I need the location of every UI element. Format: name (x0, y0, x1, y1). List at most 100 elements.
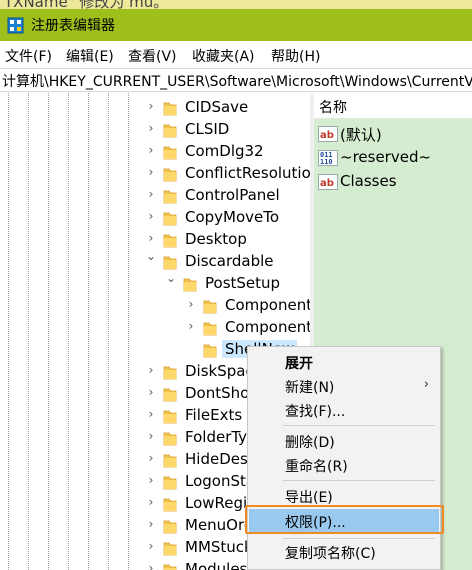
window-title: 注册表编辑器 (31, 18, 115, 34)
menu-item-new[interactable]: 新建(N) › (249, 374, 439, 398)
folder-icon (163, 562, 177, 570)
folder-icon (163, 188, 177, 204)
tree-item[interactable]: › ConflictResolutionDialog (0, 163, 310, 185)
menu-item-delete[interactable]: 删除(D) (249, 429, 439, 453)
chevron-right-icon[interactable]: › (145, 364, 157, 376)
menu-file[interactable]: 文件(F) (5, 46, 52, 66)
context-menu: 展开 新建(N) › 查找(F)... 删除(D) 重命名(R) 导出(E) 权… (247, 346, 441, 570)
chevron-right-icon[interactable]: › (185, 298, 197, 310)
folder-icon (163, 144, 177, 160)
tree-item-label: ControlPanel (185, 186, 280, 204)
chevron-right-icon[interactable]: › (145, 122, 157, 134)
menu-item-label: 复制项名称(C) (285, 546, 376, 562)
folder-icon (163, 210, 177, 226)
menu-item-permissions[interactable]: 权限(P)... (249, 509, 439, 533)
binary-value-icon: 011 110 (318, 150, 338, 166)
menu-item-find[interactable]: 查找(F)... (249, 398, 439, 422)
tree-item-label: FileExts (185, 406, 243, 424)
menu-item-export[interactable]: 导出(E) (249, 484, 439, 508)
menu-edit[interactable]: 编辑(E) (66, 46, 114, 66)
folder-icon (163, 474, 177, 490)
chevron-right-icon[interactable]: › (145, 540, 157, 552)
tree-item[interactable]: › Component Categories64 (0, 317, 310, 339)
menu-bar: 文件(F) 编辑(E) 查看(V) 收藏夹(A) 帮助(H) (0, 41, 472, 68)
tree-item[interactable]: › CopyMoveTo (0, 207, 310, 229)
folder-icon (163, 364, 177, 380)
menu-item-label: 重命名(R) (285, 459, 348, 475)
tree-item[interactable]: › Desktop (0, 229, 310, 251)
chevron-down-icon[interactable]: ⌄ (145, 250, 157, 262)
folder-icon (163, 540, 177, 556)
tree-item[interactable]: › ComDlg32 (0, 141, 310, 163)
menu-separator (283, 480, 435, 481)
folder-icon (163, 408, 177, 424)
menu-help[interactable]: 帮助(H) (271, 46, 320, 66)
tree-item-label: ConflictResolutionDialog (185, 164, 310, 182)
tree-item-label: ComDlg32 (185, 142, 264, 160)
chevron-right-icon[interactable]: › (145, 210, 157, 222)
menu-item-expand[interactable]: 展开 (249, 350, 439, 374)
value-row-classes[interactable]: ab Classes (314, 170, 472, 194)
tree-item-label: PostSetup (205, 274, 281, 292)
chevron-right-icon[interactable]: › (145, 562, 157, 570)
tree-item[interactable]: › ControlPanel (0, 185, 310, 207)
chevron-right-icon: › (423, 377, 429, 392)
menu-favorites[interactable]: 收藏夹(A) (192, 46, 255, 66)
svg-text:110: 110 (320, 158, 333, 166)
chevron-right-icon[interactable]: › (185, 320, 197, 332)
chevron-right-icon[interactable]: › (145, 144, 157, 156)
folder-icon (203, 342, 217, 358)
title-bar: 注册表编辑器 (0, 9, 472, 41)
menu-item-copy-key-name[interactable]: 复制项名称(C) (249, 540, 439, 564)
chevron-right-icon[interactable]: › (145, 386, 157, 398)
tree-item[interactable]: ⌄ PostSetup (0, 272, 310, 295)
string-value-icon: ab (318, 126, 338, 142)
svg-text:ab: ab (320, 178, 334, 189)
column-header-label: 名称 (319, 100, 347, 116)
chevron-down-icon[interactable]: ⌄ (165, 272, 177, 284)
chevron-right-icon[interactable]: › (145, 166, 157, 178)
value-row-default[interactable]: ab (默认) (314, 122, 472, 146)
value-row-reserved[interactable]: 011 110 ~reserved~ (314, 146, 472, 170)
chevron-right-icon[interactable]: › (145, 188, 157, 200)
address-bar[interactable]: 计算机\HKEY_CURRENT_USER\Software\Microsoft… (0, 68, 472, 92)
tree-item-label: Component Categories (225, 296, 310, 314)
folder-icon (163, 122, 177, 138)
svg-text:ab: ab (320, 130, 334, 141)
menu-item-label: 权限(P)... (285, 515, 346, 531)
tree-item-label: CIDSave (185, 98, 249, 116)
document-text-strip: TXName" 修改为 mu。 (0, 0, 472, 9)
folder-icon (163, 518, 177, 534)
chevron-right-icon[interactable]: › (145, 496, 157, 508)
tree-item[interactable]: › CIDSave (0, 97, 310, 119)
chevron-right-icon[interactable]: › (145, 232, 157, 244)
tree-item-label: CopyMoveTo (185, 208, 280, 226)
folder-icon (183, 276, 197, 292)
chevron-right-icon[interactable]: › (145, 518, 157, 530)
folder-icon (163, 386, 177, 402)
folder-icon (163, 430, 177, 446)
folder-icon (163, 254, 177, 270)
address-path[interactable]: 计算机\HKEY_CURRENT_USER\Software\Microsoft… (2, 71, 472, 91)
tree-item[interactable]: › Component Categories (0, 295, 310, 317)
menu-item-label: 新建(N) (285, 380, 335, 396)
string-value-icon: ab (318, 174, 338, 190)
chevron-right-icon[interactable]: › (145, 408, 157, 420)
value-name: Classes (340, 172, 397, 190)
folder-icon (203, 320, 217, 336)
menu-view[interactable]: 查看(V) (128, 46, 177, 66)
document-snippet: TXName" 修改为 mu。 (4, 0, 169, 9)
menu-item-label: 导出(E) (285, 490, 333, 506)
chevron-right-icon[interactable]: › (145, 430, 157, 442)
folder-icon (163, 100, 177, 116)
chevron-right-icon[interactable]: › (145, 100, 157, 112)
tree-item-label: CLSID (185, 120, 230, 138)
menu-item-label: 展开 (285, 356, 313, 372)
column-header-name[interactable]: 名称 (314, 93, 472, 119)
menu-separator (283, 538, 435, 539)
tree-item[interactable]: ⌄ Discardable (0, 250, 310, 273)
chevron-right-icon[interactable]: › (145, 452, 157, 464)
chevron-right-icon[interactable]: › (145, 474, 157, 486)
tree-item[interactable]: › CLSID (0, 119, 310, 141)
menu-item-rename[interactable]: 重命名(R) (249, 453, 439, 477)
